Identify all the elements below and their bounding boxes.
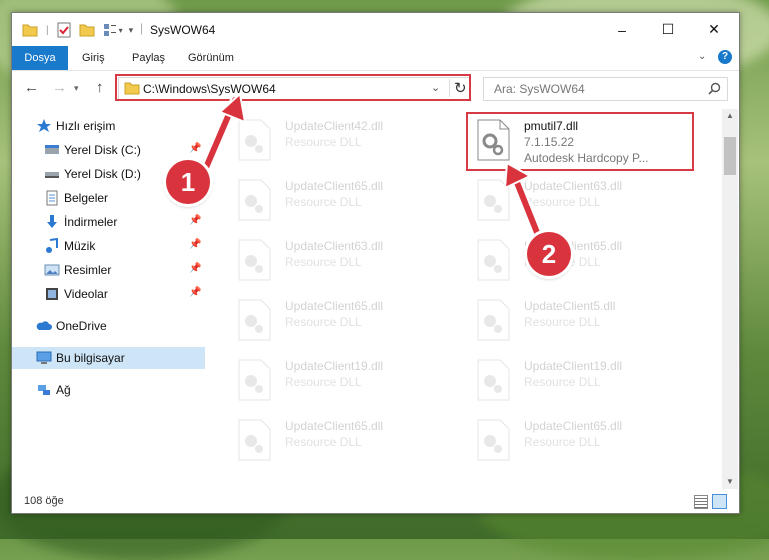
step-marker-2: 2 [527,232,571,276]
step-marker-1: 1 [166,160,210,204]
annotation-arrows [200,92,545,245]
